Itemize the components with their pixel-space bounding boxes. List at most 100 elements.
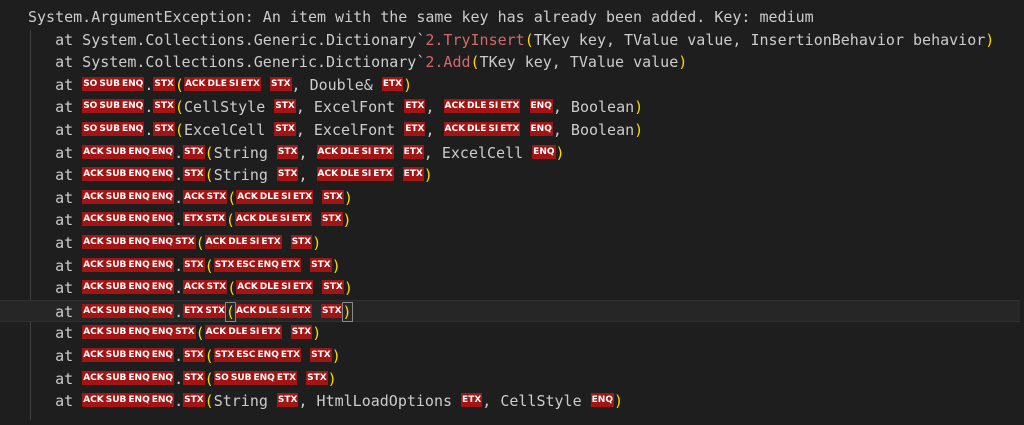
control-char-badge: DLE [258,189,281,204]
code-text: , [425,121,444,139]
control-char-badge: ETX [290,212,312,227]
stack-frame-line: at System.Collections.Generic.Dictionary… [0,51,1024,74]
control-char-badge: ACK [234,303,258,318]
bracket: ( [225,211,235,230]
control-char-badge: SUB [104,393,128,408]
control-char-badge: STX [183,348,205,362]
control-char-badge: ACK [236,189,259,204]
control-char-badge: DLE [339,167,361,182]
control-char-badge: ENQ [590,393,614,408]
control-char-badge: SUB [104,370,128,385]
stack-frame-line: at ACK SUB ENQ ENQ.ETX STX(ACK DLE SI ETX STX) [0,299,1020,323]
control-char-badge: DLE [466,122,488,136]
control-char-badge: ESC [235,257,257,272]
control-char-badge: STX [274,122,296,136]
control-char-badge: ACK [183,280,206,295]
stack-frame-line: at SO SUB ENQ.STX(CellStyle STX, ExcelFont… [0,96,1024,119]
matched-bracket: ( [224,301,236,322]
code-text: . [174,143,184,162]
code-text: at [28,369,83,388]
control-char-badge: STX [310,348,332,362]
control-char-badge: DLE [257,303,279,318]
code-text: at [28,234,83,252]
code-text: , Double& [291,75,382,94]
code-editor[interactable]: System.ArgumentException: An item with t… [0,0,1024,425]
code-text: . [144,121,154,139]
control-char-badge: ENQ [127,144,151,159]
control-char-badge: SI [278,303,291,318]
bracket: ( [195,234,205,252]
bracket: ( [195,324,205,343]
control-char-badge: ENQ [256,257,280,272]
control-char-badge: ENQ [127,167,151,182]
control-char-badge: STX [276,144,299,159]
control-char-badge: STX [204,212,226,227]
control-char-badge: ACK [82,257,105,272]
code-text: at [28,211,83,230]
control-char-badge: ACK [236,280,259,295]
control-char-badge: DLE [257,212,279,227]
code-text: . [174,211,184,230]
control-char-badge: STX [213,257,236,272]
bracket: ( [524,30,534,49]
code-text: . [174,166,184,185]
control-char-badge: ACK [82,189,105,204]
control-char-badge: SUB [104,325,128,340]
control-char-badge: DLE [339,144,361,159]
code-text: System.ArgumentException: An item with t… [28,8,814,26]
control-char-badge: SI [278,212,291,227]
bracket: ) [614,392,624,411]
control-char-badge: ENQ [120,76,145,91]
control-char-badge: ETX [381,76,404,91]
control-char-badge: SUB [104,167,128,182]
code-text: , [298,143,317,162]
control-char-badge: STX [174,325,196,340]
control-char-badge: ETX [461,393,483,408]
control-char-badge: SUB [104,235,128,249]
control-char-badge: SI [280,280,292,295]
control-char-badge: ENQ [127,280,151,295]
code-text: , ExcelCell [423,143,533,162]
control-char-badge: ACK [82,303,105,318]
control-char-badge: ENQ [150,257,175,272]
control-char-badge: ENQ [150,348,175,362]
bracket: ) [634,98,644,117]
control-char-badge: SUB [104,348,128,362]
control-char-badge: ENQ [127,189,151,204]
control-char-badge: SUB [98,122,121,136]
control-char-badge: ETX [499,99,521,114]
code-text: . [174,256,184,275]
control-char-badge: ENQ [127,325,151,340]
stack-frame-line: at ACK SUB ENQ ENQ.STX(String STX, ACK DLE SI… [0,164,1024,187]
control-char-badge: ENQ [532,144,556,159]
bracket: ( [227,188,237,207]
code-text: . [174,302,184,321]
bracket: ( [227,279,237,298]
control-char-badge: ENQ [150,212,175,227]
bracket: ( [470,53,480,72]
control-char-badge: STX [269,76,292,91]
code-text: at System.Collections.Generic.Dictionary… [28,53,426,72]
control-char-badge: ACK [82,393,105,408]
control-char-badge: STX [310,257,332,272]
control-char-badge: ENQ [120,99,145,114]
control-char-badge: ETX [404,99,426,114]
bracket: ) [555,143,565,162]
code-text: , ExcelFont [295,121,405,139]
control-char-badge: ETX [239,76,261,91]
code-text: . [174,347,184,365]
stack-frame-line: at SO SUB ENQ.STX(ExcelCell STX, ExcelFont… [0,119,1024,142]
bracket: ( [174,121,184,139]
control-char-badge: STX [322,280,344,295]
control-char-badge: ENQ [127,393,151,408]
control-char-badge: SO [82,99,99,114]
control-char-badge: DLE [466,99,488,114]
control-char-badge: SO [82,76,99,91]
